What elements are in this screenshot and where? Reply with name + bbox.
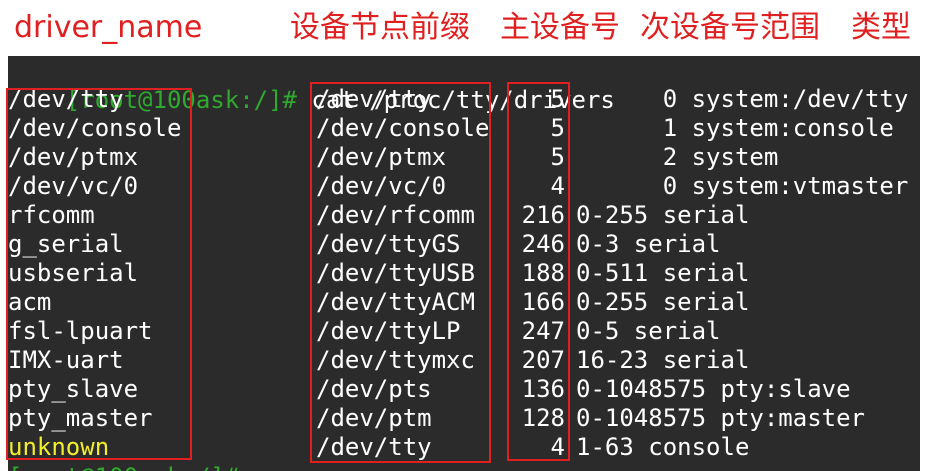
header-device-node-prefix: 设备节点前缀 — [290, 10, 470, 45]
driver-name-column-box — [6, 88, 192, 460]
header-driver-name: driver_name — [14, 10, 203, 45]
minor-type-cell: 1 system:console — [576, 114, 894, 142]
minor-type-cell: 0-3 serial — [576, 230, 721, 258]
minor-type-cell: 0-1048575 pty:slave — [576, 375, 851, 403]
major-number-column-box — [507, 82, 570, 461]
minor-type-cell: 0-5 serial — [576, 317, 721, 345]
header-major-number: 主设备号 — [500, 10, 620, 45]
minor-type-cell: 0-511 serial — [576, 259, 750, 287]
minor-type-cell: 0-255 serial — [576, 201, 750, 229]
header-minor-range: 次设备号范围 — [640, 10, 820, 45]
device-node-column-box — [310, 82, 491, 463]
minor-type-cell: 0 system:vtmaster — [576, 172, 909, 200]
minor-type-cell: 1-63 console — [576, 433, 750, 461]
minor-type-cell: 2 system — [576, 143, 779, 171]
minor-type-cell: 0 system:/dev/tty — [576, 85, 909, 113]
minor-type-cell: 0-1048575 pty:master — [576, 404, 865, 432]
header-type: 类型 — [851, 10, 911, 45]
next-shell-prompt: [root@100ask:/]# — [8, 463, 239, 471]
minor-type-cell: 0-255 serial — [576, 288, 750, 316]
minor-type-cell: 16-23 serial — [576, 346, 750, 374]
